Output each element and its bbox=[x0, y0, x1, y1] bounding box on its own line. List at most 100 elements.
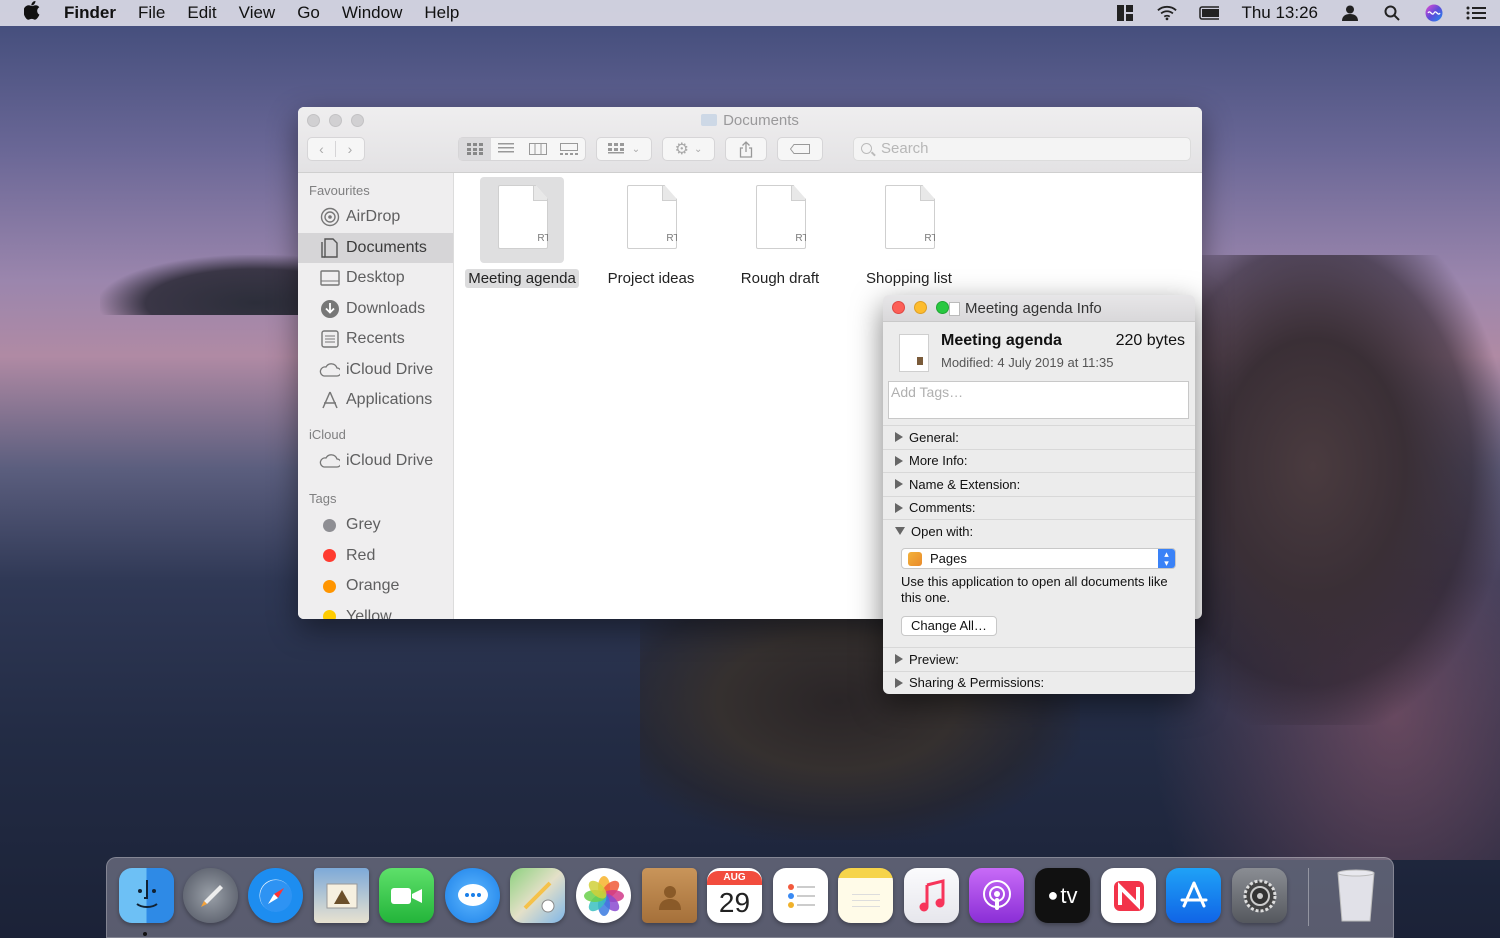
sidebar-tag-yellow[interactable]: Yellow bbox=[298, 602, 453, 619]
file-item-meeting-agenda[interactable]: RTF Meeting agenda bbox=[462, 177, 582, 288]
dock-messages-icon[interactable] bbox=[445, 868, 500, 923]
disclosure-triangle-icon bbox=[895, 654, 903, 665]
column-view-icon[interactable] bbox=[522, 143, 554, 155]
file-item-rough-draft[interactable]: RTF Rough draft bbox=[720, 177, 840, 288]
file-item-project-ideas[interactable]: RTF Project ideas bbox=[591, 177, 711, 288]
dock-news-icon[interactable] bbox=[1101, 868, 1156, 923]
file-name[interactable]: Rough draft bbox=[738, 269, 822, 288]
sidebar-tag-grey[interactable]: Grey bbox=[298, 510, 453, 541]
sidebar-item-label: iCloud Drive bbox=[346, 360, 434, 378]
menubar-clock[interactable]: Thu 13:26 bbox=[1241, 3, 1318, 23]
file-item-shopping-list[interactable]: RTF Shopping list bbox=[849, 177, 969, 288]
sidebar-item-icloud-drive-2[interactable]: iCloud Drive bbox=[298, 446, 453, 477]
rtf-document-icon: RTF bbox=[627, 185, 677, 249]
gear-icon: ⚙ bbox=[674, 141, 689, 158]
dock-app-store-icon[interactable] bbox=[1166, 868, 1221, 923]
desktop-icon bbox=[319, 269, 340, 287]
back-forward-control[interactable]: ‹ › bbox=[307, 137, 365, 161]
share-button[interactable] bbox=[725, 137, 767, 161]
back-icon[interactable]: ‹ bbox=[308, 141, 337, 157]
file-name[interactable]: Shopping list bbox=[863, 269, 955, 288]
menu-finder[interactable]: Finder bbox=[64, 3, 116, 23]
search-input[interactable]: Search bbox=[853, 137, 1191, 161]
menu-file[interactable]: File bbox=[138, 3, 165, 23]
list-view-icon[interactable] bbox=[491, 143, 523, 155]
spotlight-search-icon[interactable] bbox=[1382, 4, 1402, 22]
dock-calendar-icon[interactable]: AUG 29 bbox=[707, 868, 762, 923]
menu-edit[interactable]: Edit bbox=[187, 3, 216, 23]
sidebar-tag-red[interactable]: Red bbox=[298, 541, 453, 572]
dock-finder-icon[interactable] bbox=[119, 868, 174, 923]
forward-icon[interactable]: › bbox=[336, 141, 364, 157]
sidebar-item-recents[interactable]: Recents bbox=[298, 324, 453, 355]
menu-view[interactable]: View bbox=[239, 3, 276, 23]
dock-contacts-icon[interactable] bbox=[642, 868, 697, 923]
menu-go[interactable]: Go bbox=[297, 3, 320, 23]
menu-window[interactable]: Window bbox=[342, 3, 402, 23]
dock-maps-icon[interactable] bbox=[510, 868, 565, 923]
siri-icon[interactable] bbox=[1424, 4, 1444, 22]
sidebar-item-label: iCloud Drive bbox=[346, 451, 434, 469]
section-name-extension[interactable]: Name & Extension: bbox=[883, 472, 1195, 496]
sidebar-item-label: Desktop bbox=[346, 269, 405, 287]
dock-reminders-icon[interactable] bbox=[773, 868, 828, 923]
dock-podcasts-icon[interactable] bbox=[969, 868, 1024, 923]
dock-notes-icon[interactable] bbox=[838, 868, 893, 923]
dock-launchpad-icon[interactable] bbox=[183, 868, 238, 923]
search-icon bbox=[861, 143, 872, 154]
wifi-icon[interactable] bbox=[1157, 4, 1178, 22]
info-file-size: 220 bytes bbox=[1115, 332, 1185, 349]
dock-photos-icon[interactable] bbox=[576, 868, 631, 923]
section-comments[interactable]: Comments: bbox=[883, 495, 1195, 520]
zoom-button[interactable] bbox=[936, 301, 949, 314]
view-mode-control[interactable] bbox=[458, 137, 586, 161]
file-name[interactable]: Project ideas bbox=[605, 269, 698, 288]
open-with-popup[interactable]: Pages ▴ ▾ bbox=[901, 548, 1176, 569]
gallery-view-icon[interactable] bbox=[554, 143, 586, 155]
dock-tv-icon[interactable]: ● tv bbox=[1035, 868, 1090, 923]
sidebar-item-desktop[interactable]: Desktop bbox=[298, 263, 453, 294]
menu-bar: Finder File Edit View Go Window Help Thu… bbox=[0, 0, 1500, 26]
dock-facetime-icon[interactable] bbox=[379, 868, 434, 923]
window-manager-icon[interactable] bbox=[1115, 4, 1135, 22]
section-more-info[interactable]: More Info: bbox=[883, 448, 1195, 473]
group-by-button[interactable]: ⌄ bbox=[596, 137, 652, 161]
change-all-button[interactable]: Change All… bbox=[901, 616, 997, 636]
sidebar-item-applications[interactable]: Applications bbox=[298, 385, 453, 416]
dock-music-icon[interactable] bbox=[904, 868, 959, 923]
sidebar-item-icloud-drive[interactable]: iCloud Drive bbox=[298, 355, 453, 386]
section-open-with[interactable]: Open with: bbox=[883, 519, 1195, 543]
icon-view-icon[interactable] bbox=[459, 138, 491, 160]
yellow-tag-dot-icon bbox=[323, 610, 336, 619]
folder-icon bbox=[701, 114, 718, 126]
edit-tags-button[interactable] bbox=[777, 137, 823, 161]
section-general[interactable]: General: bbox=[883, 425, 1195, 449]
sidebar-tag-orange[interactable]: Orange bbox=[298, 571, 453, 602]
chevron-down-icon: ⌄ bbox=[693, 143, 703, 155]
dock-trash-icon[interactable] bbox=[1328, 868, 1383, 923]
section-sharing-permissions[interactable]: Sharing & Permissions: bbox=[883, 670, 1195, 695]
sidebar-item-downloads[interactable]: Downloads bbox=[298, 294, 453, 325]
sidebar-item-airdrop[interactable]: AirDrop bbox=[298, 202, 453, 233]
dock-system-preferences-icon[interactable] bbox=[1232, 868, 1287, 923]
dock-mail-icon[interactable] bbox=[314, 868, 369, 923]
minimize-button[interactable] bbox=[914, 301, 927, 314]
notification-center-icon[interactable] bbox=[1466, 4, 1486, 22]
wallpaper-island-right bbox=[1160, 255, 1500, 725]
file-name[interactable]: Meeting agenda bbox=[465, 269, 579, 288]
close-button[interactable] bbox=[892, 301, 905, 314]
apple-menu-icon[interactable] bbox=[23, 1, 44, 25]
disclosure-triangle-icon bbox=[895, 479, 903, 490]
sidebar-item-documents[interactable]: Documents bbox=[298, 232, 453, 263]
cloud-icon bbox=[319, 361, 340, 379]
tags-input[interactable]: Add Tags… bbox=[888, 381, 1189, 419]
section-preview[interactable]: Preview: bbox=[883, 647, 1195, 671]
battery-icon[interactable] bbox=[1199, 4, 1220, 22]
sidebar-item-label: Yellow bbox=[346, 607, 392, 619]
user-icon[interactable] bbox=[1340, 4, 1360, 22]
sidebar-item-label: Downloads bbox=[346, 299, 426, 317]
dock-separator bbox=[1308, 868, 1309, 926]
action-menu-button[interactable]: ⚙ ⌄ bbox=[662, 137, 715, 161]
dock-safari-icon[interactable] bbox=[248, 868, 303, 923]
menu-help[interactable]: Help bbox=[424, 3, 459, 23]
